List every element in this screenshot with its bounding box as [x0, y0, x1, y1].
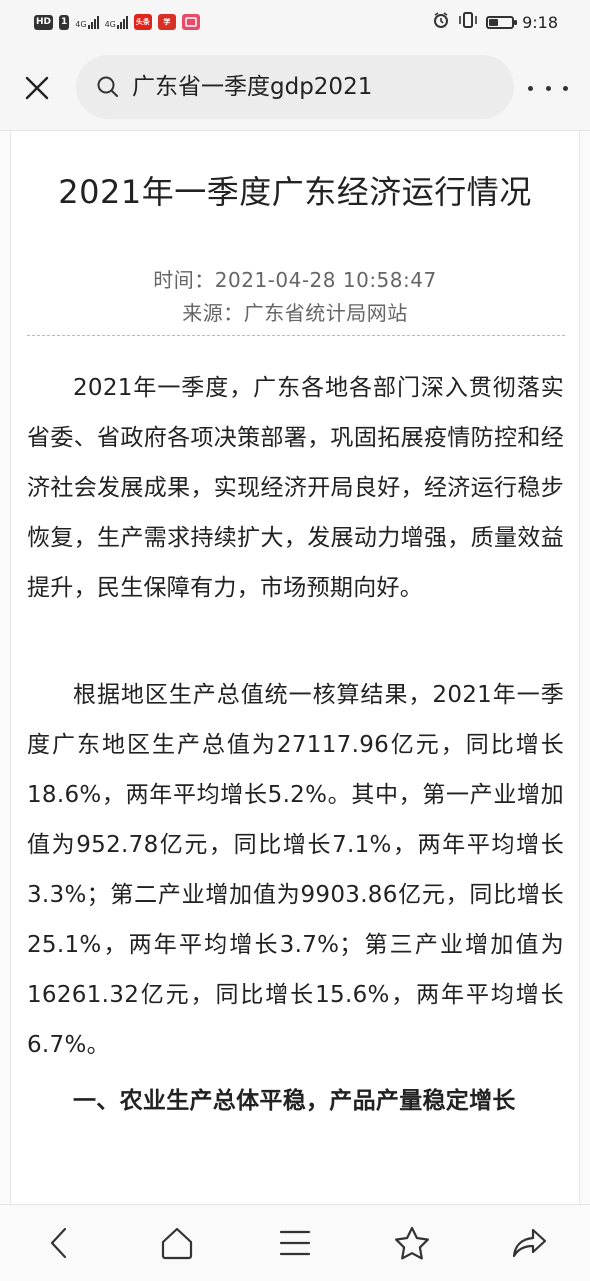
status-left: HD 1 4G 4G 头条 学 — [34, 10, 200, 34]
menu-icon — [279, 1230, 311, 1256]
menu-button[interactable] — [275, 1223, 315, 1263]
back-icon — [50, 1227, 67, 1259]
alarm-icon — [432, 11, 450, 33]
signal-icon: 4G — [75, 15, 99, 29]
meta-divider — [27, 335, 565, 336]
article-paragraph: 2021年一季度，广东各地各部门深入贯彻落实省委、省政府各项决策部署，巩固拓展疫… — [27, 375, 564, 601]
toutiao-app-icon: 头条 — [133, 14, 152, 30]
close-icon — [25, 76, 49, 100]
favorite-button[interactable] — [392, 1223, 432, 1263]
battery-icon — [486, 15, 518, 29]
sim-badge: 1 — [59, 14, 70, 30]
more-dot-icon — [545, 85, 551, 91]
more-dot-icon — [528, 85, 533, 91]
section-heading: 一、农业生产总体平稳，产品产量稳定增长 — [73, 1088, 516, 1114]
share-icon — [512, 1228, 547, 1258]
status-bar: HD 1 4G 4G 头条 学 9:18 — [0, 0, 590, 44]
vibrate-icon — [458, 11, 478, 33]
search-bar[interactable]: 广东省一季度gdp2021 — [76, 55, 514, 119]
article-title: 2021年一季度广东经济运行情况 — [58, 173, 532, 211]
browser-nav-bar: 广东省一季度gdp2021 — [0, 44, 590, 131]
more-dot-icon — [563, 85, 568, 91]
back-button[interactable] — [40, 1223, 80, 1263]
article-time: 时间：2021-04-28 10:58:47 — [153, 268, 437, 292]
favorite-star-icon — [395, 1226, 429, 1260]
hd-badge: HD — [34, 14, 54, 30]
bottom-toolbar — [0, 1204, 590, 1281]
status-right: 9:18 — [432, 10, 558, 34]
share-button[interactable] — [510, 1223, 550, 1263]
article-paragraph: 根据地区生产总值统一核算结果，2021年一季度广东地区生产总值为27117.96… — [27, 682, 564, 1058]
article-content: 2021年一季度广东经济运行情况 时间：2021-04-28 10:58:47 … — [10, 131, 580, 1204]
status-time: 9:18 — [522, 12, 558, 32]
article-source: 来源：广东省统计局网站 — [182, 301, 408, 325]
app-icon — [181, 14, 200, 30]
more-options-button[interactable] — [528, 74, 568, 102]
home-button[interactable] — [157, 1223, 197, 1263]
close-button[interactable] — [18, 69, 56, 107]
search-query: 广东省一季度gdp2021 — [132, 74, 373, 100]
search-icon — [97, 76, 118, 97]
home-icon — [161, 1227, 193, 1260]
signal-icon: 4G — [105, 15, 128, 29]
news-app-icon: 学 — [157, 14, 176, 30]
